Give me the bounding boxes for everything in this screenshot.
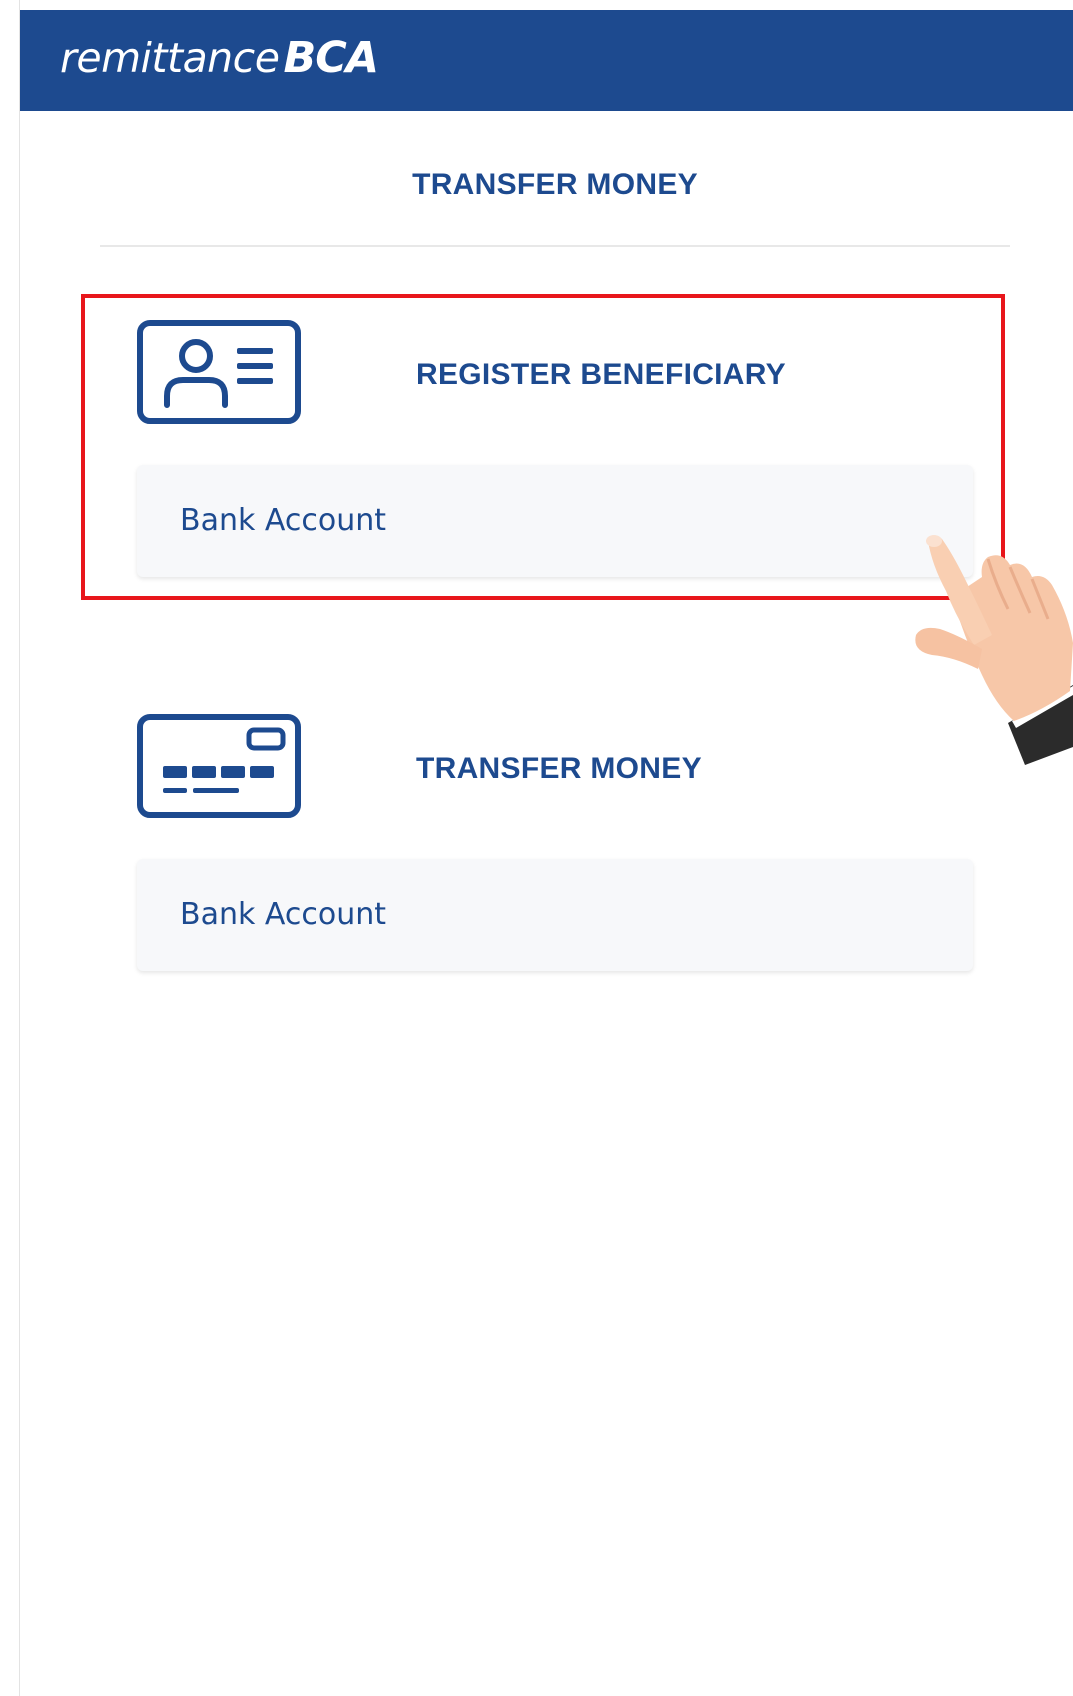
option-label: Bank Account [180, 503, 387, 538]
id-card-icon [137, 320, 301, 424]
logo-brand: BCA [283, 33, 379, 83]
register-beneficiary-section: REGISTER BENEFICIARY Bank Account [137, 320, 977, 580]
page: remittance BCA TRANSFER MONEY REGISTER B… [0, 0, 1073, 1696]
transfer-money-bank-account-option[interactable]: Bank Account [137, 859, 973, 971]
register-beneficiary-title: REGISTER BENEFICIARY [416, 358, 786, 391]
remittance-bca-logo[interactable]: remittance BCA [60, 28, 379, 88]
option-label: Bank Account [180, 897, 387, 932]
app-header: remittance BCA [20, 10, 1073, 111]
register-beneficiary-bank-account-option[interactable]: Bank Account [137, 465, 973, 577]
transfer-money-title: TRANSFER MONEY [416, 752, 702, 785]
logo-word: remittance [60, 34, 280, 82]
left-border [0, 0, 20, 1696]
transfer-money-section: TRANSFER MONEY Bank Account [137, 714, 977, 974]
pointing-hand-icon [915, 535, 1073, 765]
page-title: TRANSFER MONEY [412, 168, 698, 201]
credit-card-icon [137, 714, 301, 818]
title-divider [100, 245, 1010, 247]
